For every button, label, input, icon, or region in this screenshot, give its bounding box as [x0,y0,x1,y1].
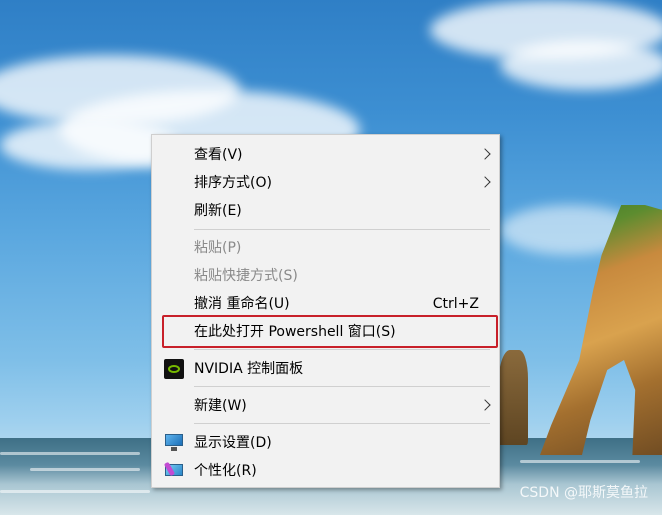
menu-item-label: 刷新(E) [194,203,242,219]
menu-item-label: NVIDIA 控制面板 [194,361,304,377]
menu-item-refresh[interactable]: 刷新(E) [152,197,499,225]
menu-item-label: 撤消 重命名(U) [194,296,290,312]
menu-item-sort-by[interactable]: 排序方式(O) [152,169,499,197]
chevron-right-icon [479,399,491,411]
menu-item-nvidia-control-panel[interactable]: NVIDIA 控制面板 [152,355,499,383]
menu-item-personalize[interactable]: 个性化(R) [152,457,499,485]
menu-separator [194,349,490,350]
nvidia-icon [164,359,184,379]
menu-item-new[interactable]: 新建(W) [152,392,499,420]
highlight-box [162,315,498,348]
menu-item-display-settings[interactable]: 显示设置(D) [152,429,499,457]
wave [0,452,140,455]
chevron-right-icon [479,148,491,160]
menu-separator [194,423,490,424]
chevron-right-icon [479,176,491,188]
menu-item-view[interactable]: 查看(V) [152,141,499,169]
menu-separator [194,386,490,387]
wave [520,460,640,463]
personalize-icon [163,461,183,480]
menu-item-label: 新建(W) [194,398,247,414]
sea-rock [498,350,528,445]
menu-item-label: 查看(V) [194,147,243,163]
display-settings-icon [165,434,183,452]
wave [0,490,150,493]
menu-item-paste-shortcut: 粘贴快捷方式(S) [152,262,499,290]
menu-item-label: 个性化(R) [194,463,257,479]
menu-item-label: 粘贴快捷方式(S) [194,268,298,284]
menu-separator [194,229,490,230]
cloud [500,40,662,90]
wave [30,468,140,471]
menu-item-label: 粘贴(P) [194,240,242,256]
menu-item-label: 显示设置(D) [194,435,272,451]
menu-item-undo-rename[interactable]: 撤消 重命名(U) Ctrl+Z [152,290,499,318]
menu-item-shortcut: Ctrl+Z [432,296,479,312]
watermark: CSDN @耶斯莫鱼拉 [519,485,648,501]
menu-item-paste: 粘贴(P) [152,234,499,262]
context-menu: 查看(V) 排序方式(O) 刷新(E) 粘贴(P) 粘贴快捷方式(S) 撤消 重… [151,134,500,488]
menu-item-label: 排序方式(O) [194,175,272,191]
